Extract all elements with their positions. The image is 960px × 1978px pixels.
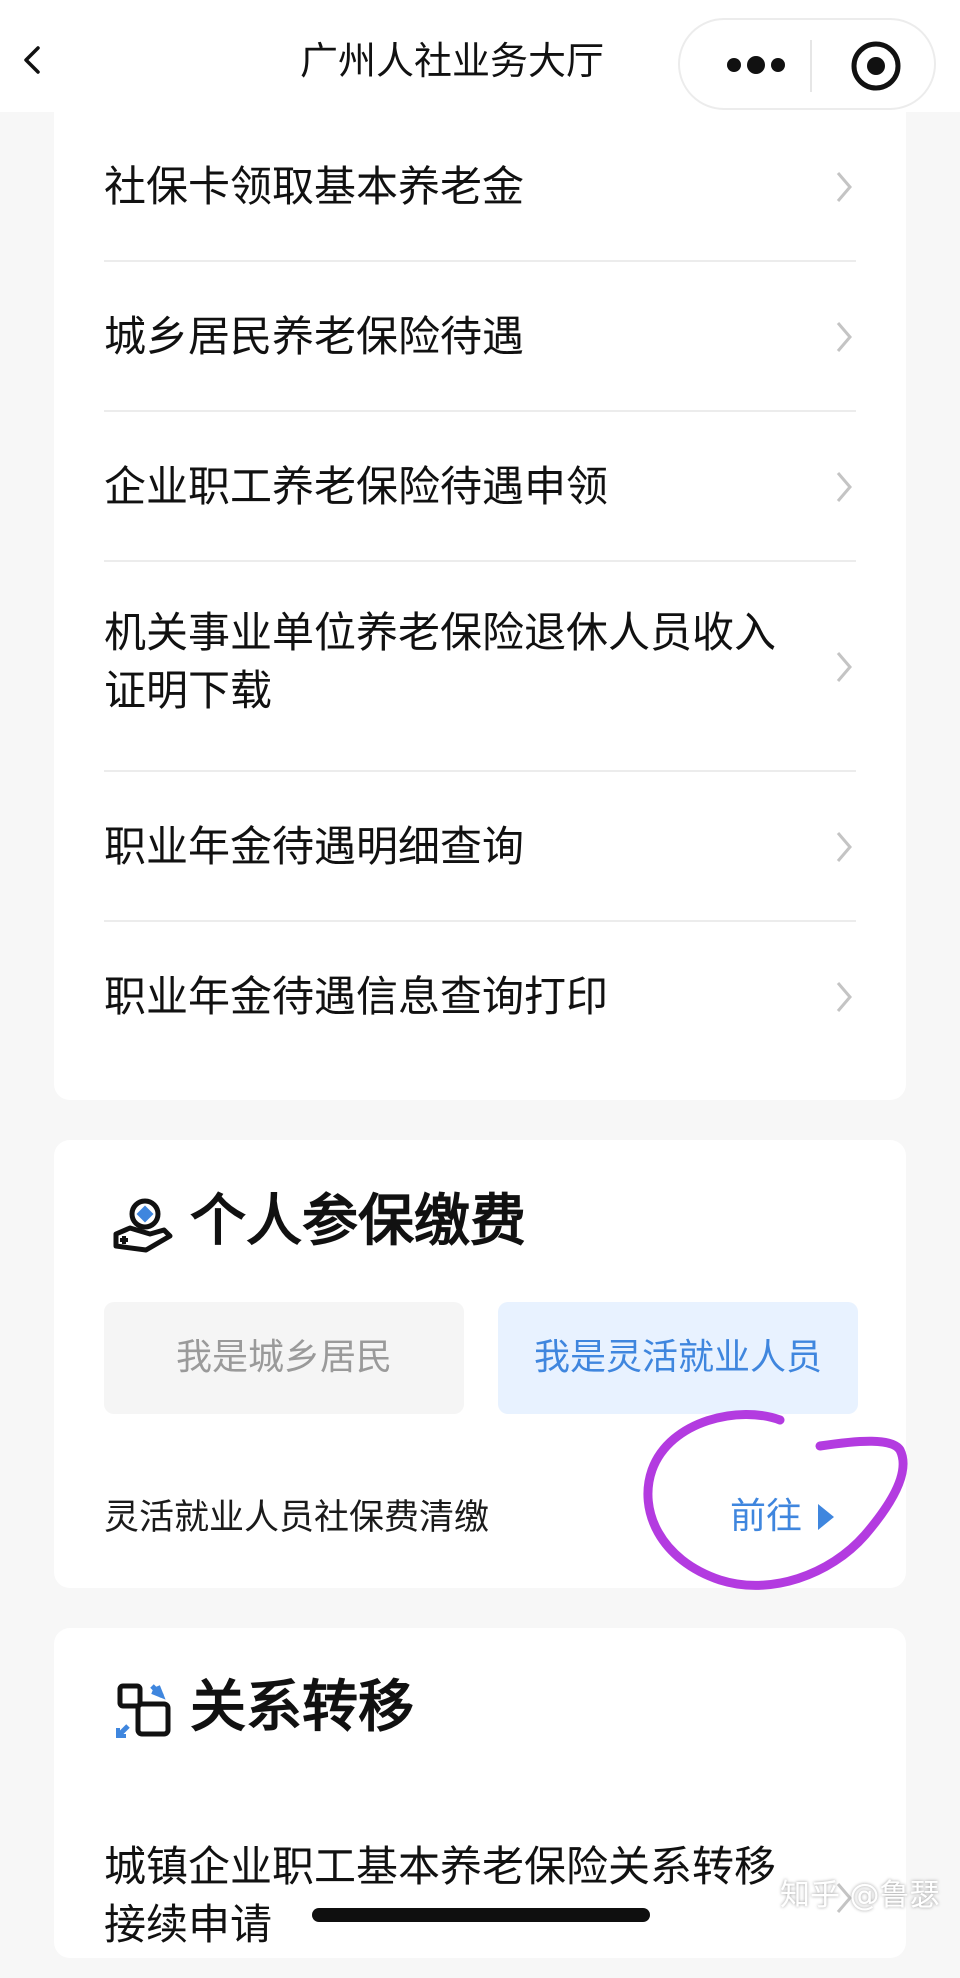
back-arrow-icon[interactable]: [18, 40, 48, 80]
list-item-label: 社保卡领取基本养老金: [104, 162, 525, 211]
list-item-label: 职业年金待遇信息查询打印: [104, 972, 609, 1021]
mini-program-capsule: [678, 18, 936, 110]
list-item[interactable]: 职业年金待遇明细查询: [104, 772, 856, 922]
chevron-right-icon: [836, 982, 852, 1012]
list-item[interactable]: 企业职工养老保险待遇申领: [104, 412, 856, 562]
close-target-icon[interactable]: [848, 38, 904, 94]
transfer-icon: [116, 1683, 171, 1738]
triangle-right-icon: [818, 1504, 834, 1530]
personal-payment-card: 个人参保缴费 我是城乡居民 我是灵活就业人员 灵活就业人员社保费清缴 前往: [54, 1140, 906, 1588]
list-item-label: 企业职工养老保险待遇申领: [104, 462, 609, 511]
page-title: 广州人社业务大厅: [300, 39, 605, 83]
list-item-label: 城镇企业职工基本养老保险关系转移接续申请: [104, 1842, 777, 1949]
chevron-right-icon: [836, 322, 852, 352]
home-indicator: [312, 1908, 650, 1922]
section-title: 个人参保缴费: [190, 1189, 526, 1254]
list-item-label: 职业年金待遇明细查询: [104, 822, 525, 871]
go-button-label: 前往: [730, 1496, 803, 1537]
pension-services-card: 社保卡领取基本养老金 城乡居民养老保险待遇 企业职工养老保险待遇申领 机关事业单…: [54, 110, 906, 1100]
section-title: 关系转移: [190, 1675, 414, 1740]
list-item-label: 机关事业单位养老保险退休人员收入证明下载: [104, 608, 777, 715]
tab-flexible-employment[interactable]: 我是灵活就业人员: [498, 1302, 858, 1414]
go-button[interactable]: 前往: [730, 1490, 850, 1544]
list-item-label: 城乡居民养老保险待遇: [104, 312, 525, 361]
top-navigation-bar: 广州人社业务大厅: [0, 0, 960, 112]
list-item[interactable]: 机关事业单位养老保险退休人员收入证明下载: [104, 562, 856, 772]
more-dots-icon[interactable]: [720, 50, 820, 80]
chevron-right-icon: [836, 652, 852, 682]
chevron-right-icon: [836, 472, 852, 502]
list-item[interactable]: 城乡居民养老保险待遇: [104, 262, 856, 412]
tab-urban-rural-resident[interactable]: 我是城乡居民: [104, 1302, 464, 1414]
chevron-right-icon: [836, 172, 852, 202]
hand-coin-icon: [113, 1198, 173, 1253]
payment-item-label: 灵活就业人员社保费清缴: [104, 1498, 490, 1538]
chevron-right-icon: [836, 832, 852, 862]
watermark: 知乎 @鲁瑟: [780, 1878, 940, 1913]
capsule-divider: [810, 40, 812, 92]
list-item[interactable]: 社保卡领取基本养老金: [104, 112, 856, 262]
list-item[interactable]: 职业年金待遇信息查询打印: [104, 922, 856, 1072]
